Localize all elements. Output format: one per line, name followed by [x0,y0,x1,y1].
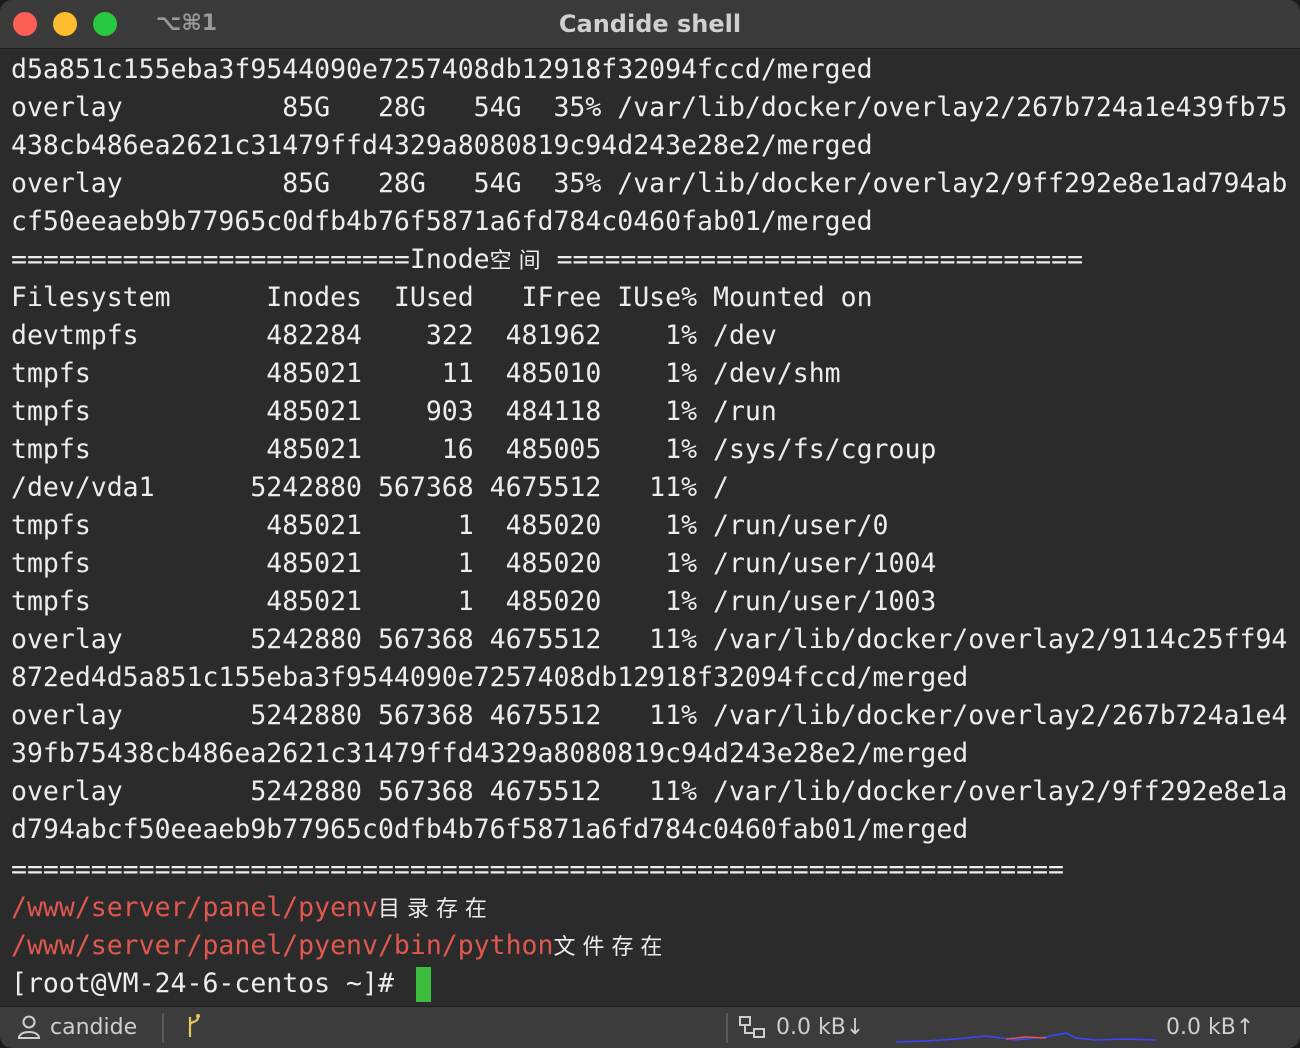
output-line: 438cb486ea2621c31479ffd4329a8080819c94d2… [11,130,873,161]
network-activity-graph [896,1007,1156,1048]
terminal-output[interactable]: d5a851c155eba3f9544090e7257408db12918f32… [0,49,1300,1006]
output-line: overlay 85G 28G 54G 35% /var/lib/docker/… [11,92,1288,123]
download-rate: 0.0 kB↓ [776,1015,865,1040]
network-icon [738,1007,768,1048]
inode-table-row: tmpfs 485021 903 484118 1% /run [11,396,777,427]
output-line: d5a851c155eba3f9544090e7257408db12918f32… [11,54,873,85]
inode-header-left: =========================Inode [11,244,490,275]
inode-table-row-continued: 39fb75438cb486ea2621c31479ffd4329a808081… [11,738,969,769]
upload-rate: 0.0 kB↑ [1166,1015,1255,1040]
inode-table-row: tmpfs 485021 16 485005 1% /sys/fs/cgroup [11,434,937,465]
separator-line: ========================================… [11,854,1064,885]
inode-table-row: overlay 5242880 567368 4675512 11% /var/… [11,624,1288,655]
python-path: /www/server/panel/pyenv/bin/python [11,930,554,961]
inode-table-row: tmpfs 485021 1 485020 1% /run/user/1003 [11,586,937,617]
inode-table-row: /dev/vda1 5242880 567368 4675512 11% / [11,472,729,503]
file-exists-text: 文 件 存 在 [553,935,663,960]
inode-table-row: overlay 5242880 567368 4675512 11% /var/… [11,700,1288,731]
inode-header-cjk: 空 间 [489,249,541,274]
pyenv-dir-check: /www/server/panel/pyenv目 录 存 在 [11,889,487,927]
status-bar: candide 0.0 kB↓ 0.0 kB↑ [0,1006,1300,1048]
output-line: overlay 85G 28G 54G 35% /var/lib/docker/… [11,168,1288,199]
shell-prompt: [root@VM-24-6-centos ~]# [11,968,410,999]
inode-table-row: tmpfs 485021 1 485020 1% /run/user/1004 [11,548,937,579]
inode-table-row: overlay 5242880 567368 4675512 11% /var/… [11,776,1288,807]
window-title: Candide shell [558,10,742,38]
inode-table-row-continued: d794abcf50eeaeb9b77965c0dfb4b76f5871a6fd… [11,814,969,845]
inode-header-right: ================================= [540,244,1084,275]
inode-section-header: =========================Inode空 间 ======… [11,241,1083,279]
user-icon [16,1007,42,1048]
python-file-check: /www/server/panel/pyenv/bin/python文 件 存 … [11,927,662,965]
git-branch-icon[interactable] [184,1007,204,1048]
terminal-window: ⌥⌘1 Candide shell d5a851c155eba3f9544090… [0,0,1300,1048]
status-divider [726,1013,728,1043]
inode-table-row: tmpfs 485021 11 485010 1% /dev/shm [11,358,841,389]
pyenv-path: /www/server/panel/pyenv [11,892,378,923]
title-bar[interactable]: ⌥⌘1 Candide shell [0,0,1300,49]
inode-table-row: tmpfs 485021 1 485020 1% /run/user/0 [11,510,889,541]
inode-table-header: Filesystem Inodes IUsed IFree IUse% Moun… [11,282,873,313]
dir-exists-text: 目 录 存 在 [377,897,487,922]
inode-table-row-continued: 872ed4d5a851c155eba3f9544090e7257408db12… [11,662,969,693]
status-divider [162,1013,164,1043]
user-label[interactable]: candide [50,1007,137,1048]
output-line: cf50eeaeb9b77965c0dfb4b76f5871a6fd784c04… [11,206,873,237]
inode-table-row: devtmpfs 482284 322 481962 1% /dev [11,320,777,351]
text-cursor [415,967,431,1002]
command-prompt-line[interactable]: [root@VM-24-6-centos ~]# [11,965,431,1003]
